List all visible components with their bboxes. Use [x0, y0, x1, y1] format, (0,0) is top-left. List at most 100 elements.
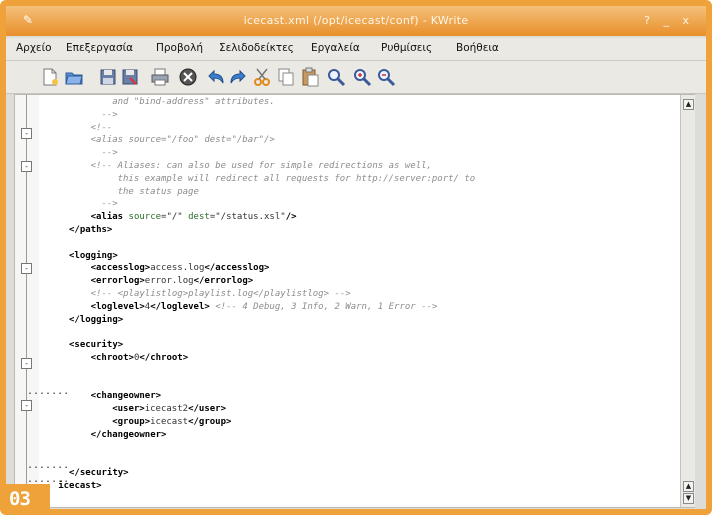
- copy-icon[interactable]: [276, 67, 296, 87]
- menu-file[interactable]: Αρχείο: [16, 42, 52, 54]
- fold-gutter: - - - - -: [15, 95, 39, 507]
- menu-settings[interactable]: Ρυθμίσεις: [381, 42, 432, 54]
- print-icon[interactable]: [150, 67, 170, 87]
- code-comment: the status page: [117, 186, 199, 197]
- code-line[interactable]: </security>: [69, 468, 129, 479]
- code-text: ="/": [161, 212, 189, 223]
- menu-bar: Αρχείο Επεξεργασία Προβολή Σελιδοδείκτες…: [6, 38, 706, 61]
- code-line[interactable]: </logging>: [69, 315, 123, 326]
- code-comment: <!-- 4 Debug, 3 Info, 2 Warn, 1 Error --…: [215, 301, 438, 312]
- code-line[interactable]: <accesslog>access.log</accesslog>: [91, 263, 270, 274]
- cut-icon[interactable]: [252, 67, 272, 87]
- fold-dots: .......: [27, 460, 70, 471]
- code-tag: </errorlog>: [193, 276, 254, 287]
- code-line[interactable]: <loglevel>4</loglevel> <!-- 4 Debug, 3 I…: [91, 302, 438, 313]
- code-line[interactable]: <errorlog>error.log</errorlog>: [91, 276, 254, 287]
- code-line[interactable]: <logging>: [69, 251, 118, 262]
- code-comment: <alias source="/foo" dest="/bar"/>: [90, 135, 275, 146]
- code-line[interactable]: <chroot>0</chroot>: [91, 353, 189, 364]
- zoom-in-icon[interactable]: [352, 67, 372, 87]
- screenshot-frame: ✎ icecast.xml (/opt/icecast/conf) - KWri…: [0, 0, 712, 515]
- code-tag: <user>: [112, 404, 145, 415]
- code-line[interactable]: <!--: [91, 123, 113, 134]
- code-comment: <!-- <playlistlog>playlist.log</playlist…: [90, 289, 351, 299]
- close-icon[interactable]: [178, 67, 198, 87]
- code-tag: icecast>: [58, 481, 102, 491]
- code-comment: <!-- Aliases: can also be used for simpl…: [90, 161, 432, 171]
- code-line[interactable]: <!-- Aliases: can also be used for simpl…: [91, 161, 432, 172]
- save-icon[interactable]: [98, 67, 118, 87]
- code-tag: </logging>: [69, 314, 124, 325]
- save-as-icon[interactable]: [120, 67, 140, 87]
- code-tag: </group>: [188, 417, 232, 427]
- step-number: 03: [9, 488, 31, 510]
- code-tag: </chroot>: [139, 353, 189, 363]
- code-tag: </security>: [69, 468, 129, 479]
- code-attribute: source: [128, 212, 162, 223]
- code-tag: <loglevel>: [90, 301, 145, 312]
- code-tag: <accesslog>: [90, 263, 151, 274]
- code-line[interactable]: <user>icecast2</user>: [112, 404, 226, 415]
- fold-marker[interactable]: -: [21, 128, 32, 139]
- fold-marker[interactable]: -: [21, 161, 32, 172]
- find-icon[interactable]: [326, 67, 346, 87]
- vertical-scrollbar[interactable]: ▲ ▲ ▼: [680, 95, 695, 507]
- code-tag: <alias: [90, 212, 129, 223]
- code-tag: <errorlog>: [90, 276, 145, 287]
- scroll-down-icon[interactable]: ▼: [683, 493, 694, 504]
- code-tag: <security>: [69, 340, 124, 351]
- code-line[interactable]: -->: [101, 148, 117, 159]
- code-line[interactable]: the status page: [118, 187, 199, 198]
- code-text: icecast: [150, 417, 189, 427]
- code-line[interactable]: <group>icecast</group>: [112, 417, 231, 428]
- code-line[interactable]: <alias source="/foo" dest="/bar"/>: [91, 135, 275, 146]
- toolbar: [6, 61, 706, 94]
- scroll-up-icon[interactable]: ▲: [683, 481, 694, 492]
- window-controls[interactable]: ? _ x: [644, 14, 694, 27]
- code-comment: and "bind-address" attributes.: [112, 97, 275, 107]
- code-tag: />: [285, 212, 297, 223]
- code-line[interactable]: <changeowner>: [91, 391, 161, 402]
- code-line[interactable]: </changeowner>: [91, 430, 167, 441]
- paste-icon[interactable]: [300, 67, 320, 87]
- code-tag: </loglevel>: [150, 301, 216, 312]
- window-title: icecast.xml (/opt/icecast/conf) - KWrite: [243, 14, 469, 27]
- code-line[interactable]: <!-- <playlistlog>playlist.log</playlist…: [91, 289, 351, 300]
- fold-marker[interactable]: -: [21, 400, 32, 411]
- code-line[interactable]: -->: [101, 199, 117, 210]
- undo-icon[interactable]: [206, 67, 226, 87]
- code-tag: </user>: [188, 404, 226, 415]
- code-line[interactable]: icecast>: [58, 481, 101, 492]
- title-bar: ✎ icecast.xml (/opt/icecast/conf) - KWri…: [6, 6, 706, 36]
- menu-bookmarks[interactable]: Σελιδοδείκτες: [219, 42, 294, 54]
- code-line[interactable]: this example will redirect all requests …: [118, 174, 476, 185]
- code-text: icecast2: [144, 404, 189, 415]
- code-tag: </accesslog>: [204, 263, 270, 274]
- code-text: error.log: [144, 276, 194, 287]
- redo-icon[interactable]: [228, 67, 248, 87]
- code-tag: <changeowner>: [90, 391, 162, 402]
- menu-view[interactable]: Προβολή: [156, 42, 203, 54]
- fold-line: [26, 95, 27, 507]
- menu-help[interactable]: Βοήθεια: [456, 42, 499, 54]
- fold-marker[interactable]: -: [21, 358, 32, 369]
- step-badge: 03: [6, 484, 50, 510]
- code-line[interactable]: <security>: [69, 340, 123, 351]
- code-line[interactable]: </paths>: [69, 225, 112, 236]
- code-line[interactable]: <alias source="/" dest="/status.xsl"/>: [91, 212, 297, 223]
- fold-marker[interactable]: -: [21, 263, 32, 274]
- code-tag: <logging>: [69, 250, 118, 261]
- zoom-out-icon[interactable]: [376, 67, 396, 87]
- open-file-icon[interactable]: [64, 67, 84, 87]
- code-line[interactable]: -->: [101, 110, 117, 121]
- menu-edit[interactable]: Επεξεργασία: [66, 42, 133, 54]
- menu-tools[interactable]: Εργαλεία: [311, 42, 360, 54]
- scroll-up-icon[interactable]: ▲: [683, 99, 694, 110]
- new-file-icon[interactable]: [40, 67, 60, 87]
- code-comment: <!--: [90, 122, 113, 133]
- text-editor[interactable]: - - - - - ....... ....... ....... and "b…: [14, 94, 695, 508]
- code-comment: -->: [101, 199, 118, 210]
- code-tag: </changeowner>: [90, 429, 167, 440]
- code-tag: </paths>: [69, 225, 113, 235]
- code-line[interactable]: and "bind-address" attributes.: [112, 97, 275, 108]
